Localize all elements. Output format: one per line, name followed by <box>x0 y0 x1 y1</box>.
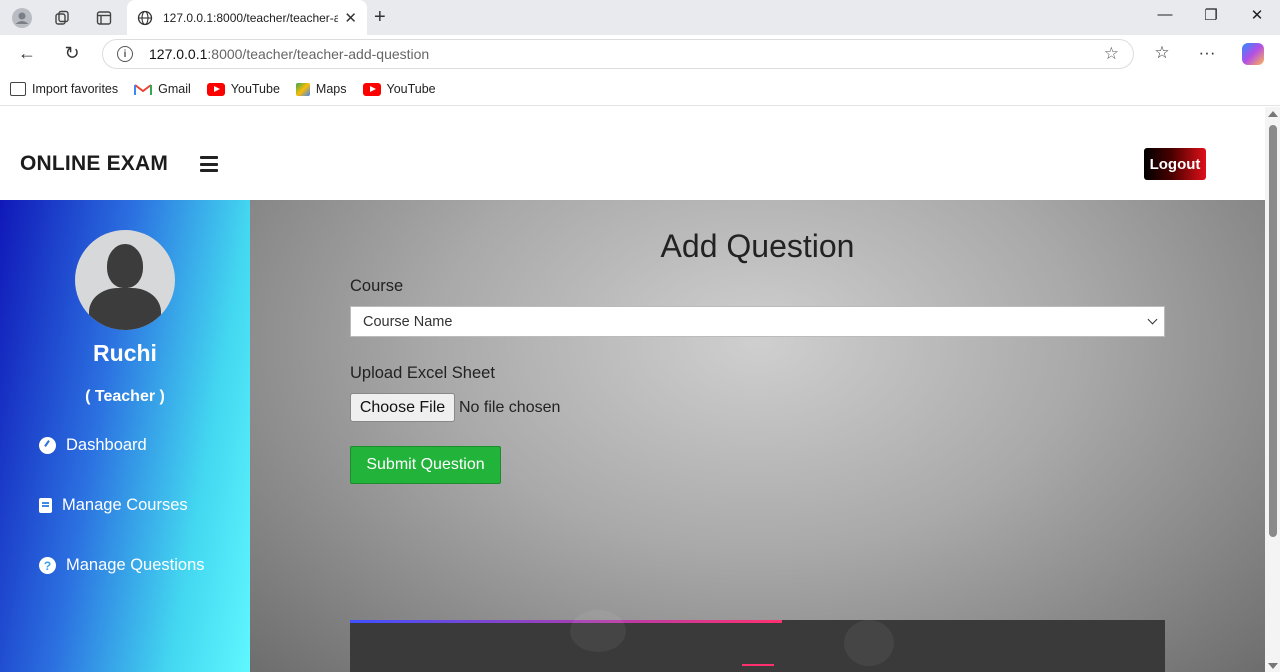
user-role: ( Teacher ) <box>85 388 165 405</box>
bookmark-label: Import favorites <box>32 82 119 96</box>
maps-icon <box>295 82 310 96</box>
youtube-icon <box>206 82 225 96</box>
youtube-icon <box>362 82 381 96</box>
browser-tab-bar: 127.0.0.1:8000/teacher/teacher-ad ✕ + — … <box>0 0 1280 35</box>
copilot-icon[interactable] <box>1242 43 1264 65</box>
reload-icon[interactable]: ↻ <box>60 43 84 64</box>
bookmark-label: YouTube <box>230 82 280 96</box>
sidebar: Ruchi ( Teacher ) Dashboard Manage Cours… <box>0 200 250 672</box>
minimize-icon[interactable]: — <box>1150 6 1180 23</box>
hamburger-menu-icon[interactable] <box>200 156 218 172</box>
web-page: ONLINE EXAM Logout Ruchi ( Teacher ) Das… <box>0 107 1265 672</box>
bookmark-youtube-2[interactable]: YouTube <box>362 82 436 96</box>
tab-actions-icon[interactable] <box>94 8 114 28</box>
bookmarks-bar: Import favorites Gmail YouTube Maps YouT… <box>0 73 1280 106</box>
dashboard-icon <box>39 437 56 454</box>
import-icon <box>10 82 26 96</box>
bookmark-youtube[interactable]: YouTube <box>206 82 280 96</box>
submit-question-button[interactable]: Submit Question <box>350 446 501 484</box>
course-select[interactable]: Course Name <box>350 306 1165 337</box>
address-toolbar: ← ↻ i 127.0.0.1:8000/teacher/teacher-add… <box>0 35 1280 73</box>
bookmark-label: YouTube <box>386 82 436 96</box>
question-icon: ? <box>39 557 56 574</box>
sidebar-item-manage-questions[interactable]: ? Manage Questions <box>39 556 205 575</box>
sidebar-item-label: Manage Courses <box>62 496 188 514</box>
tab-title: 127.0.0.1:8000/teacher/teacher-ad <box>163 10 339 25</box>
sidebar-item-manage-courses[interactable]: Manage Courses <box>39 496 188 515</box>
bookmark-label: Gmail <box>158 82 191 96</box>
course-label: Course <box>350 277 404 295</box>
top-navbar: ONLINE EXAM Logout <box>0 107 1265 200</box>
bookmark-gmail[interactable]: Gmail <box>134 82 191 96</box>
avatar <box>75 230 175 330</box>
active-tab[interactable]: 127.0.0.1:8000/teacher/teacher-ad ✕ <box>127 0 367 35</box>
site-info-icon[interactable]: i <box>117 46 133 62</box>
main-content: Add Question Course Course Name Upload E… <box>250 200 1265 672</box>
back-icon[interactable]: ← <box>15 43 39 64</box>
bookmark-import-favorites[interactable]: Import favorites <box>10 82 118 96</box>
book-icon <box>39 498 52 513</box>
globe-icon <box>137 10 153 25</box>
progress-line <box>350 620 782 623</box>
logout-button[interactable]: Logout <box>1144 148 1206 180</box>
page-scrollbar[interactable] <box>1265 107 1280 672</box>
bookmark-label: Maps <box>315 82 347 96</box>
gmail-icon <box>134 83 153 95</box>
sidebar-item-dashboard[interactable]: Dashboard <box>39 436 147 455</box>
bookmark-maps[interactable]: Maps <box>295 82 347 96</box>
collections-icon[interactable] <box>52 8 72 28</box>
lower-panel <box>350 610 1165 672</box>
restore-icon[interactable]: ❐ <box>1196 6 1226 24</box>
upload-label: Upload Excel Sheet <box>350 364 495 382</box>
more-menu-icon[interactable]: ··· <box>1195 43 1219 63</box>
url-path: :8000/teacher/teacher-add-question <box>207 46 430 62</box>
file-status: No file chosen <box>459 399 561 416</box>
course-select-value: Course Name <box>363 313 453 330</box>
sidebar-item-label: Manage Questions <box>66 556 205 574</box>
window-close-icon[interactable]: ✕ <box>1242 6 1272 24</box>
sidebar-item-label: Dashboard <box>66 436 147 454</box>
favorite-star-icon[interactable]: ☆ <box>1104 44 1119 64</box>
brand-title[interactable]: ONLINE EXAM <box>20 152 168 176</box>
new-tab-icon[interactable]: + <box>374 6 386 29</box>
url-field[interactable]: i 127.0.0.1:8000/teacher/teacher-add-que… <box>102 39 1134 69</box>
page-title: Add Question <box>660 228 855 264</box>
close-tab-icon[interactable]: ✕ <box>344 9 357 27</box>
chevron-down-icon <box>1147 314 1158 325</box>
scroll-up-icon[interactable] <box>1268 111 1278 117</box>
user-name: Ruchi <box>93 340 157 366</box>
favorites-icon[interactable]: ☆ <box>1150 43 1174 63</box>
scroll-down-icon[interactable] <box>1268 663 1278 669</box>
choose-file-button[interactable]: Choose File <box>350 393 455 422</box>
url-host: 127.0.0.1 <box>149 46 208 62</box>
profile-icon[interactable] <box>12 8 32 28</box>
scroll-thumb[interactable] <box>1269 125 1277 537</box>
